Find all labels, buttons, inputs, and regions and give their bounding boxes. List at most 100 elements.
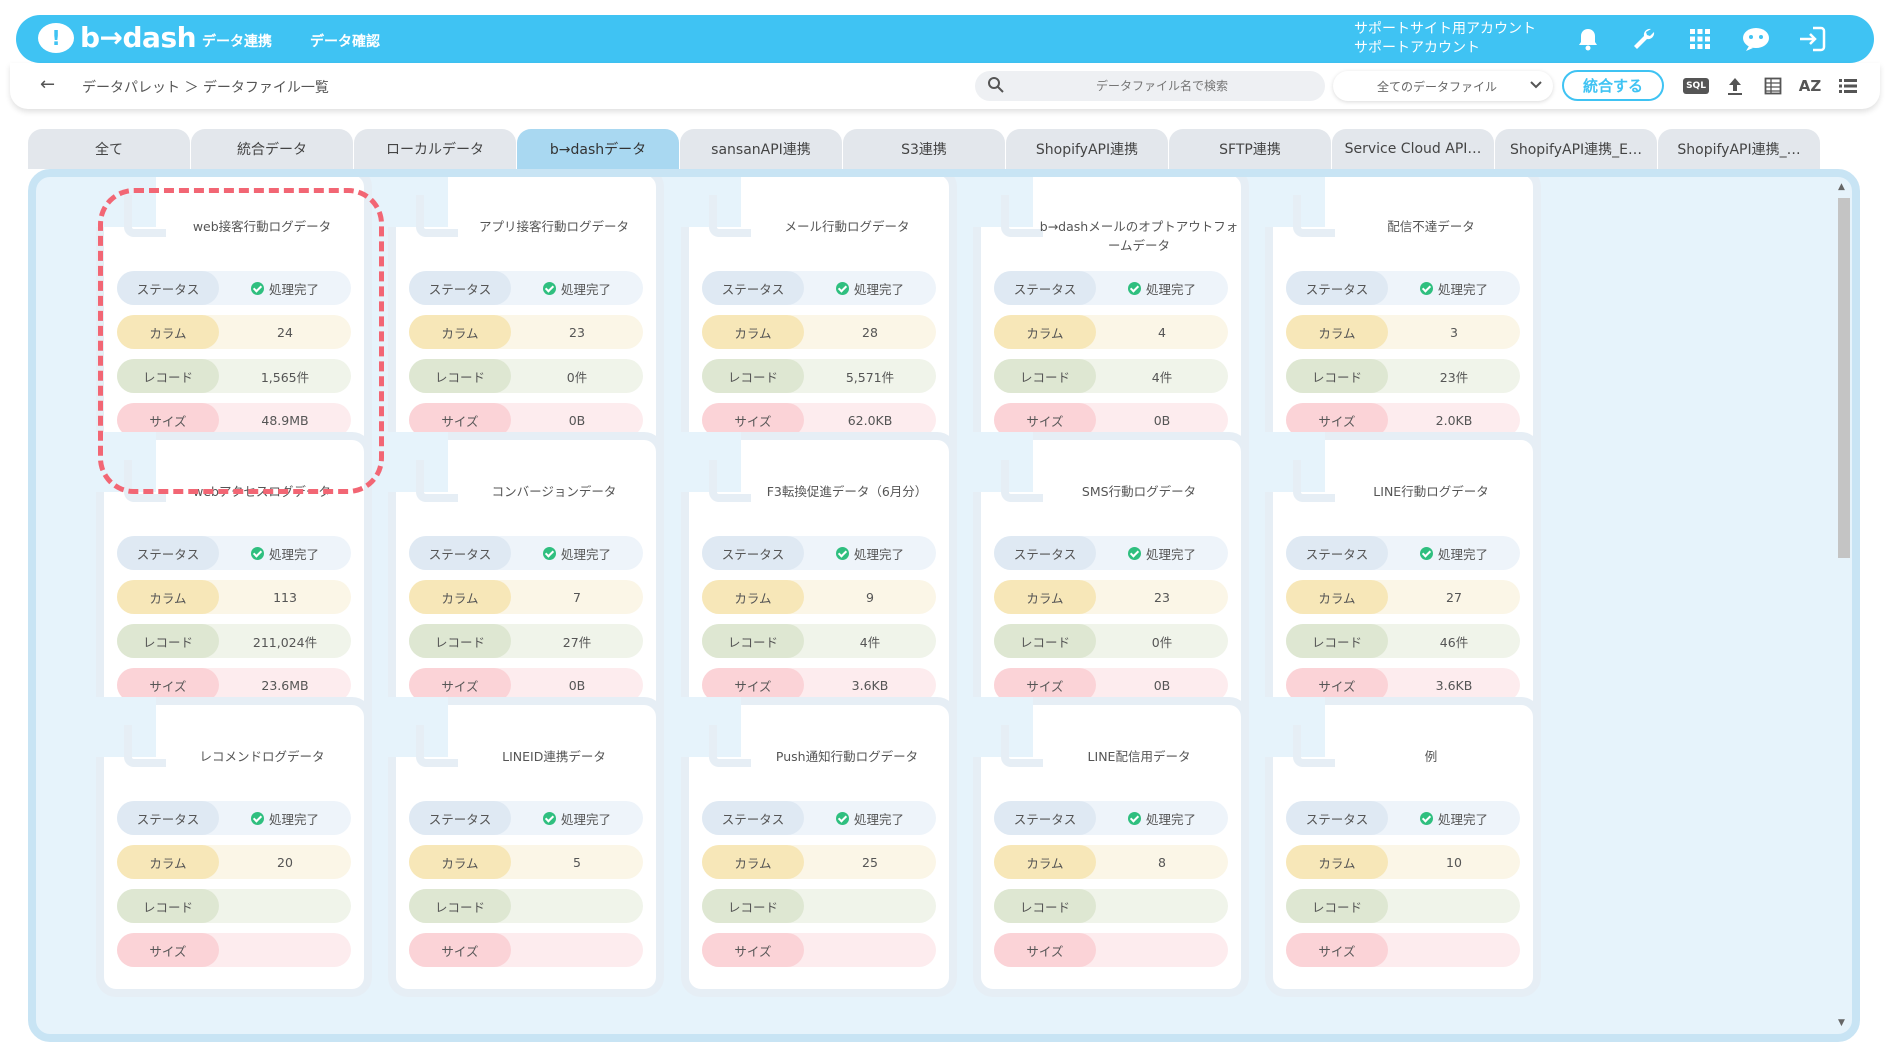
card-row-columns: カラム 3 bbox=[1286, 315, 1520, 349]
card-row-records: レコード 4件 bbox=[994, 359, 1228, 393]
row-value: 処理完了 bbox=[1388, 544, 1520, 563]
data-file-card[interactable]: F3転換促進データ（6月分） ステータス 処理完了 カラム 9 レコード 4件 サイズ 3.6K… bbox=[681, 432, 957, 732]
sql-icon[interactable]: SQL bbox=[1682, 72, 1710, 100]
data-file-card[interactable]: 配信不達データ ステータス 処理完了 カラム 3 レコード 23件 サイズ 2.0KB bbox=[1265, 177, 1541, 467]
value-text: 7 bbox=[573, 589, 581, 605]
tab-4[interactable]: sansanAPI連携 bbox=[680, 129, 842, 169]
search-input[interactable] bbox=[1017, 75, 1307, 97]
check-circle-icon bbox=[835, 281, 849, 295]
tab-3[interactable]: b→dashデータ bbox=[517, 129, 679, 169]
tab-0[interactable]: 全て bbox=[28, 129, 190, 169]
upload-icon[interactable] bbox=[1721, 72, 1749, 100]
row-label: カラム bbox=[117, 315, 219, 349]
table-view-icon[interactable] bbox=[1759, 72, 1787, 100]
tab-9[interactable]: ShopifyAPI連携_E… bbox=[1495, 129, 1657, 169]
tab-6[interactable]: ShopifyAPI連携 bbox=[1006, 129, 1168, 169]
row-label: レコード bbox=[409, 624, 511, 658]
row-value: 23件 bbox=[1388, 367, 1520, 386]
wrench-icon[interactable] bbox=[1628, 23, 1660, 55]
row-value: 処理完了 bbox=[1096, 279, 1228, 298]
data-file-card[interactable]: LINEID連携データ ステータス 処理完了 カラム 5 レコード サイズ bbox=[388, 697, 664, 997]
card-row-size: サイズ bbox=[994, 933, 1228, 967]
row-value: 5,571件 bbox=[804, 367, 936, 386]
file-corner-icon bbox=[1265, 697, 1335, 767]
sort-az-icon[interactable]: AZ bbox=[1796, 72, 1824, 100]
tab-1[interactable]: 統合データ bbox=[191, 129, 353, 169]
row-label: レコード bbox=[1286, 359, 1388, 393]
card-row-records: レコード bbox=[409, 889, 643, 923]
card-title: web接客行動ログデータ bbox=[192, 219, 332, 234]
data-file-card[interactable]: アプリ接客行動ログデータ ステータス 処理完了 カラム 23 レコード 0件 サイズ 0B bbox=[388, 177, 664, 467]
file-corner-icon bbox=[681, 697, 751, 767]
value-text: 9 bbox=[866, 589, 874, 605]
grid-icon[interactable] bbox=[1684, 23, 1716, 55]
data-file-card[interactable]: webアクセスログデータ ステータス 処理完了 カラム 113 レコード 211,024件サ… bbox=[96, 432, 372, 732]
card-row-records: レコード 0件 bbox=[994, 624, 1228, 658]
row-value: 48.9MB bbox=[219, 413, 351, 428]
card-row-status: ステータス 処理完了 bbox=[117, 536, 351, 570]
card-row-status: ステータス 処理完了 bbox=[702, 801, 936, 835]
scroll-up-icon[interactable]: ▲ bbox=[1838, 182, 1845, 192]
file-filter-select[interactable]: 全てのデータファイル bbox=[1333, 71, 1553, 101]
data-file-card[interactable]: 例ステータス 処理完了 カラム 10 レコード サイズ bbox=[1265, 697, 1541, 997]
row-value: 113 bbox=[219, 590, 351, 605]
value-text: 3 bbox=[1450, 324, 1458, 340]
row-value: 24 bbox=[219, 325, 351, 340]
nav-data-check[interactable]: データ確認 bbox=[310, 31, 380, 51]
account-line2: サポートアカウント bbox=[1354, 40, 1480, 56]
card-title: 配信不達データ bbox=[1387, 219, 1475, 234]
data-file-card[interactable]: web接客行動ログデータ ステータス 処理完了 カラム 24 レコード 1,565件 サイズ 4… bbox=[96, 177, 372, 467]
check-circle-icon bbox=[1127, 546, 1141, 560]
row-value: 処理完了 bbox=[1096, 809, 1228, 828]
check-circle-icon bbox=[542, 811, 556, 825]
check-circle-icon bbox=[1127, 811, 1141, 825]
account-info[interactable]: サポートサイト用アカウント サポートアカウント bbox=[1354, 20, 1536, 58]
file-corner-icon bbox=[388, 177, 458, 237]
tab-2[interactable]: ローカルデータ bbox=[354, 129, 516, 169]
value-text: 27 bbox=[1446, 589, 1462, 605]
nav-data-integration[interactable]: データ連携 bbox=[202, 31, 272, 51]
row-label: サイズ bbox=[702, 933, 804, 967]
row-value: 10 bbox=[1388, 855, 1520, 870]
row-label: カラム bbox=[409, 580, 511, 614]
row-label: レコード bbox=[409, 359, 511, 393]
value-text: 3.6KB bbox=[851, 677, 889, 693]
scrollbar-thumb[interactable] bbox=[1838, 198, 1850, 558]
data-file-card[interactable]: レコメンドログデータ ステータス 処理完了 カラム 20 レコード サイズ bbox=[96, 697, 372, 997]
file-corner-icon bbox=[973, 697, 1043, 767]
row-value: 211,024件 bbox=[219, 632, 351, 651]
back-arrow-icon[interactable]: ← bbox=[40, 74, 55, 95]
file-corner-icon bbox=[973, 177, 1043, 237]
tab-7[interactable]: SFTP連携 bbox=[1169, 129, 1331, 169]
row-label: レコード bbox=[1286, 889, 1388, 923]
value-text: 0B bbox=[1153, 677, 1171, 693]
data-file-card[interactable]: コンバージョンデータ ステータス 処理完了 カラム 7 レコード 27件 サイズ 0B bbox=[388, 432, 664, 732]
value-text: 25 bbox=[862, 854, 878, 870]
data-file-card[interactable]: メール行動ログデータ ステータス 処理完了 カラム 28 レコード 5,571件 サイズ 62.… bbox=[681, 177, 957, 467]
tab-10[interactable]: ShopifyAPI連携_… bbox=[1658, 129, 1820, 169]
card-row-size: サイズ bbox=[409, 933, 643, 967]
data-file-card[interactable]: Push通知行動ログデータ ステータス 処理完了 カラム 25 レコード サイズ bbox=[681, 697, 957, 997]
scroll-down-icon[interactable]: ▼ bbox=[1838, 1018, 1845, 1028]
row-value: 処理完了 bbox=[804, 809, 936, 828]
row-value: 3.6KB bbox=[804, 678, 936, 693]
row-label: ステータス bbox=[1286, 801, 1388, 835]
data-file-card[interactable]: LINE配信用データ ステータス 処理完了 カラム 8 レコード サイズ bbox=[973, 697, 1249, 997]
merge-button[interactable]: 統合する bbox=[1562, 70, 1664, 101]
row-value: 4件 bbox=[804, 632, 936, 651]
bell-icon[interactable] bbox=[1572, 23, 1604, 55]
logout-icon[interactable] bbox=[1796, 23, 1828, 55]
data-file-card[interactable]: LINE行動ログデータ ステータス 処理完了 カラム 27 レコード 46件 サイズ 3.6KB bbox=[1265, 432, 1541, 732]
bdash-logo[interactable]: ! b→dash bbox=[38, 21, 197, 54]
chat-bot-icon[interactable] bbox=[1740, 23, 1772, 55]
card-row-records: レコード bbox=[994, 889, 1228, 923]
card-row-size: サイズ bbox=[1286, 933, 1520, 967]
tab-5[interactable]: S3連携 bbox=[843, 129, 1005, 169]
row-value: 23 bbox=[511, 325, 643, 340]
row-value: 5 bbox=[511, 855, 643, 870]
tab-8[interactable]: Service Cloud API… bbox=[1332, 129, 1494, 169]
row-label: ステータス bbox=[409, 536, 511, 570]
data-file-card[interactable]: SMS行動ログデータ ステータス 処理完了 カラム 23 レコード 0件 サイズ 0B bbox=[973, 432, 1249, 732]
data-file-card[interactable]: b→dashメールのオプトアウトフォームデータ ステータス 処理完了 カラム 4 レコード… bbox=[973, 177, 1249, 467]
list-view-icon[interactable] bbox=[1834, 72, 1862, 100]
